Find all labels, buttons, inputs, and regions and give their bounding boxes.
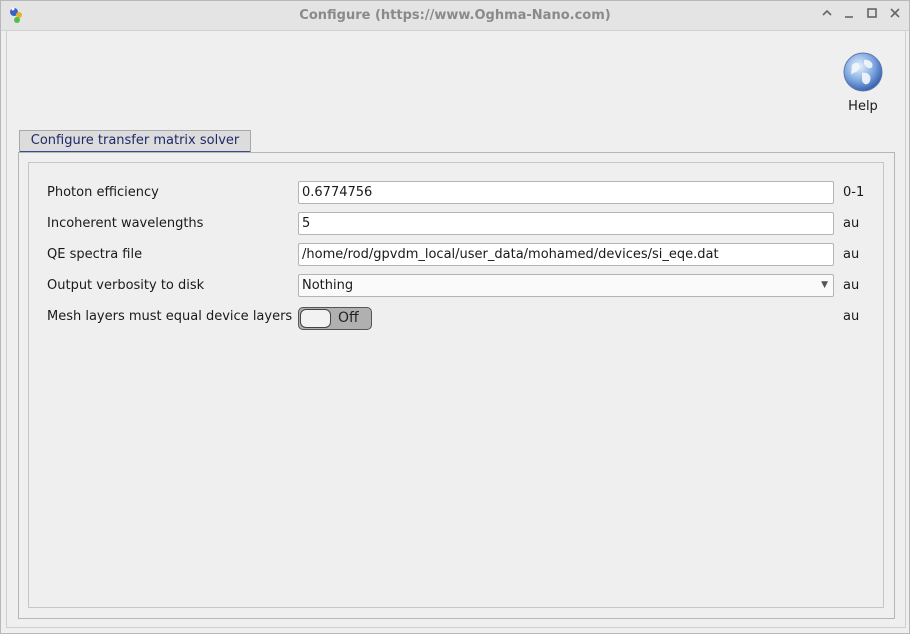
photon-efficiency-input[interactable]: [298, 181, 834, 204]
window-title: Configure (https://www.Oghma-Nano.com): [299, 8, 611, 23]
qe-spectra-file-label: QE spectra file: [47, 247, 143, 262]
close-icon[interactable]: [887, 7, 903, 23]
configure-window: Configure (https://www.Oghma-Nano.com) H…: [0, 0, 910, 634]
help-label: Help: [848, 99, 878, 114]
mesh-layers-unit: au: [843, 309, 860, 324]
qe-spectra-file-input[interactable]: [298, 243, 834, 266]
incoherent-wavelengths-input[interactable]: [298, 212, 834, 235]
incoherent-wavelengths-unit: au: [843, 216, 860, 231]
globe-icon: [843, 52, 883, 92]
title-bar[interactable]: Configure (https://www.Oghma-Nano.com): [1, 1, 909, 31]
tab-configure-transfer-matrix-solver[interactable]: Configure transfer matrix solver: [19, 130, 251, 154]
incoherent-wavelengths-label: Incoherent wavelengths: [47, 216, 204, 231]
toggle-state-label: Off: [338, 310, 359, 326]
photon-efficiency-label: Photon efficiency: [47, 185, 159, 200]
output-verbosity-unit: au: [843, 278, 860, 293]
chevron-down-icon: ▼: [821, 280, 828, 290]
toggle-knob: [300, 309, 331, 328]
mesh-layers-label: Mesh layers must equal device layers: [47, 309, 293, 324]
maximize-icon[interactable]: [864, 7, 880, 23]
photon-efficiency-unit: 0-1: [843, 185, 865, 200]
mesh-layers-toggle[interactable]: Off: [298, 307, 372, 330]
qe-spectra-file-unit: au: [843, 247, 860, 262]
chevron-up-icon[interactable]: [819, 7, 835, 23]
output-verbosity-dropdown[interactable]: Nothing ▼: [298, 274, 834, 297]
help-button[interactable]: Help: [833, 49, 893, 119]
minimize-icon[interactable]: [841, 7, 857, 23]
output-verbosity-label: Output verbosity to disk: [47, 278, 205, 293]
output-verbosity-value: Nothing: [302, 278, 354, 293]
